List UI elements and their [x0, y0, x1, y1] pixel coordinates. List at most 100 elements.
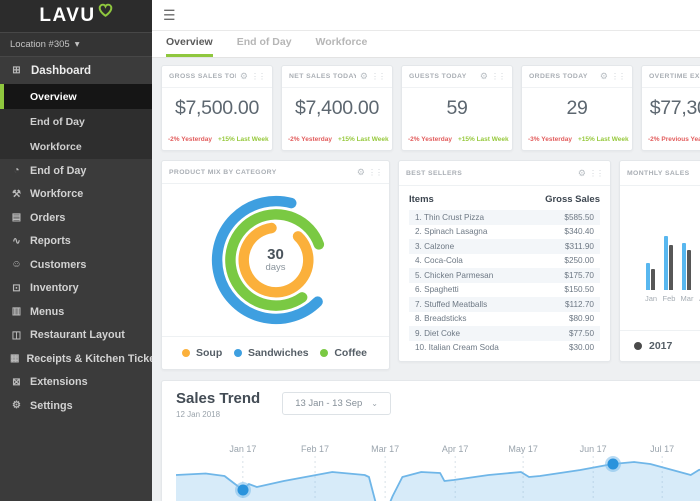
- sidebar-item[interactable]: ⊡ Inventory: [0, 277, 152, 301]
- widgets-row: Product Mix by Category ⚙ ⋮⋮ 30 days: [161, 160, 700, 370]
- sales-trend-date: 12 Jan 2018: [176, 410, 260, 419]
- kpi-card: Orders Today ⚙ ⋮⋮ 29 -3% Yesterday +15% …: [521, 65, 633, 151]
- item-gross-sales: $340.40: [564, 227, 594, 236]
- kpi-card: Overtime Expenditure ⚙ ⋮⋮ $77,300.00 -2%…: [641, 65, 700, 151]
- sales-trend-chart: Jan 17Feb 17Mar 17Apr 17May 17Jun 17Jul …: [176, 444, 700, 501]
- kpi-change-up: +15% Last Week: [218, 136, 269, 143]
- sidebar-item[interactable]: ⚒ Workforce: [0, 183, 152, 207]
- sidebar-item-label: Receipts & Kitchen Tickets: [26, 353, 152, 365]
- kpi-card-header: Overtime Expenditure ⚙ ⋮⋮: [642, 66, 700, 88]
- sidebar-item-icon: ⊠: [10, 377, 23, 388]
- legend-item: Coffee: [320, 347, 367, 359]
- lavu-logo-text: LAVU: [39, 5, 95, 27]
- monthly-sales-title: Monthly Sales: [627, 170, 700, 177]
- kpi-change-down: -2% Previous Year: [648, 136, 700, 143]
- sidebar-item-label: Restaurant Layout: [30, 329, 125, 341]
- tab[interactable]: Overview: [154, 31, 225, 57]
- legend-label: 2017: [649, 340, 672, 352]
- item-gross-sales: $112.70: [565, 300, 594, 309]
- tab-label: Overview: [166, 31, 213, 57]
- sidebar-item[interactable]: ☺ Customers: [0, 253, 152, 277]
- drag-handle-icon[interactable]: ⋮⋮: [368, 168, 382, 177]
- gear-icon[interactable]: ⚙: [600, 71, 608, 82]
- item-gross-sales: $311.90: [565, 242, 594, 251]
- date-range-selector[interactable]: 13 Jan - 13 Sep ⌄: [282, 392, 391, 415]
- sidebar-item-label: Customers: [30, 259, 86, 271]
- bar: [682, 243, 686, 290]
- kpi-change-down: -2% Yesterday: [288, 136, 332, 143]
- sidebar-subnav-item[interactable]: Overview: [0, 84, 152, 109]
- tab[interactable]: End of Day: [225, 31, 304, 57]
- trend-data-point[interactable]: [237, 485, 248, 496]
- donut-center-label: 30 days: [265, 247, 285, 273]
- legend-dot-icon: [634, 342, 642, 350]
- location-selector[interactable]: Location #305 ▾: [0, 32, 152, 57]
- sidebar-item[interactable]: ⊠ Extensions: [0, 371, 152, 395]
- sidebar-item-dashboard[interactable]: ⊞ Dashboard: [0, 57, 152, 84]
- gear-icon[interactable]: ⚙: [240, 71, 248, 82]
- monthly-sales-card: Monthly Sales ⚙ ⋮⋮ JanFebMarApr 2017: [619, 160, 700, 362]
- kpi-row: Gross Sales Today ⚙ ⋮⋮ $7,500.00 -2% Yes…: [161, 65, 700, 151]
- sidebar-item[interactable]: ∿ Reports: [0, 230, 152, 254]
- sidebar-subnav-item[interactable]: End of Day: [0, 109, 152, 134]
- item-gross-sales: $77.50: [569, 329, 594, 338]
- kpi-title: Gross Sales Today: [169, 73, 236, 80]
- sidebar-item[interactable]: ▦ Receipts & Kitchen Tickets: [0, 347, 152, 371]
- gear-icon[interactable]: ⚙: [480, 71, 488, 82]
- sidebar-item-label: Extensions: [30, 376, 88, 388]
- sidebar-item[interactable]: ▤ Orders: [0, 206, 152, 230]
- bar-x-label: Apr: [696, 294, 700, 303]
- gear-icon[interactable]: ⚙: [578, 168, 586, 179]
- sidebar-item[interactable]: ◔ End of Day: [0, 159, 152, 183]
- item-gross-sales: $30.00: [569, 343, 594, 352]
- bar-group-jan: [646, 263, 655, 290]
- legend-label: Soup: [196, 347, 222, 359]
- sidebar-item[interactable]: ◫ Restaurant Layout: [0, 324, 152, 348]
- item-name: 2. Spinach Lasagna: [415, 227, 487, 236]
- monthly-sales-legend: 2017: [620, 330, 700, 361]
- bar-x-label: Jan: [642, 294, 660, 303]
- table-row: 9. Diet Coke $77.50: [409, 326, 600, 341]
- sales-trend-title: Sales Trend: [176, 391, 260, 408]
- sidebar-item-label: End of Day: [30, 165, 86, 177]
- trend-x-label: May 17: [508, 444, 538, 454]
- sales-trend-header: Sales Trend 12 Jan 2018 13 Jan - 13 Sep …: [176, 391, 700, 431]
- tab[interactable]: Workforce: [304, 31, 380, 57]
- kpi-value: $7,400.00: [282, 97, 392, 120]
- legend-dot-icon: [182, 349, 190, 357]
- table-row: 7. Stuffed Meatballs $112.70: [409, 297, 600, 312]
- drag-handle-icon[interactable]: ⋮⋮: [611, 72, 625, 81]
- best-sellers-rows: 1. Thin Crust Pizza $585.50 2. Spinach L…: [409, 210, 600, 355]
- sidebar-subnav-item[interactable]: Workforce: [0, 134, 152, 159]
- sidebar-item[interactable]: ⚙ Settings: [0, 394, 152, 418]
- drag-handle-icon[interactable]: ⋮⋮: [251, 72, 265, 81]
- drag-handle-icon[interactable]: ⋮⋮: [491, 72, 505, 81]
- main-area: ☰ Overview End of Day Workforce: [152, 0, 700, 501]
- table-row: 8. Breadsticks $80.90: [409, 312, 600, 327]
- gear-icon[interactable]: ⚙: [357, 167, 365, 178]
- trend-area-fill: [176, 462, 700, 501]
- bar-group-mar: [682, 243, 691, 290]
- sidebar-item[interactable]: ▥ Menus: [0, 300, 152, 324]
- item-name: 7. Stuffed Meatballs: [415, 300, 487, 309]
- chevron-down-icon: ⌄: [371, 399, 378, 408]
- item-name: 8. Breadsticks: [415, 314, 466, 323]
- lavu-logo: LAVU: [0, 0, 152, 32]
- drag-handle-icon[interactable]: ⋮⋮: [589, 169, 603, 178]
- product-mix-title: Product Mix by Category: [169, 169, 353, 176]
- lavu-heart-icon: [98, 3, 113, 18]
- gear-icon[interactable]: ⚙: [360, 71, 368, 82]
- hamburger-menu-icon[interactable]: ☰: [163, 8, 176, 22]
- dashboard-content: Gross Sales Today ⚙ ⋮⋮ $7,500.00 -2% Yes…: [152, 58, 700, 501]
- column-gross-sales: Gross Sales: [545, 194, 600, 205]
- sidebar-nav: ◔ End of Day ⚒ Workforce ▤ Orders ∿ Repo…: [0, 159, 152, 418]
- sidebar: LAVU Location #305 ▾ ⊞ Dashboard Overvie…: [0, 0, 152, 501]
- trend-data-point[interactable]: [607, 459, 618, 470]
- tab-label: Workforce: [316, 31, 368, 57]
- item-name: 4. Coca-Cola: [415, 256, 463, 265]
- table-row: 6. Spaghetti $150.50: [409, 283, 600, 298]
- drag-handle-icon[interactable]: ⋮⋮: [371, 72, 385, 81]
- subnav-item-label: End of Day: [30, 116, 85, 128]
- table-row: 5. Chicken Parmesan $175.70: [409, 268, 600, 283]
- item-gross-sales: $150.50: [564, 285, 594, 294]
